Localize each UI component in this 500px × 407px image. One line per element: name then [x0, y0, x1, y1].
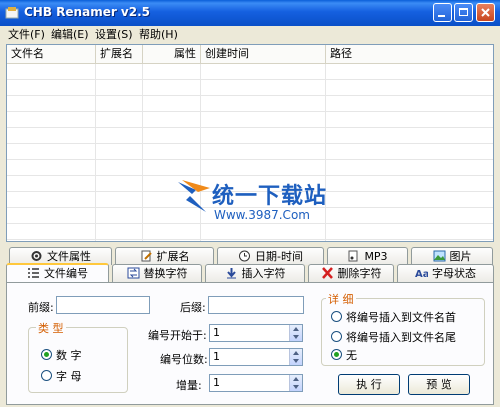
- watermark-url: Www.3987.Com: [214, 208, 310, 222]
- tab-file-number[interactable]: 文件编号: [6, 263, 109, 283]
- digits-value: 1: [213, 350, 220, 363]
- replace-icon: [127, 267, 139, 279]
- watermark-title: 统一下载站: [212, 184, 328, 209]
- prefix-input[interactable]: [56, 296, 150, 314]
- tab-label: 替换字符: [143, 267, 188, 280]
- start-label: 编号开始于:: [148, 329, 207, 342]
- clock-icon: [239, 250, 250, 262]
- digits-label: 编号位数:: [160, 353, 208, 366]
- music-file-icon: [348, 250, 358, 262]
- menu-file[interactable]: 文件(F): [4, 26, 49, 44]
- column-extension[interactable]: 扩展名: [96, 45, 143, 63]
- list-header: 文件名 扩展名 属性 创建时间 路径: [7, 45, 493, 64]
- spin-arrows-icon[interactable]: [289, 375, 302, 391]
- document-edit-icon: [141, 250, 152, 262]
- tab-delete-chars[interactable]: 删除字符: [308, 264, 394, 282]
- radio-insert-tail-label: 将编号插入到文件名尾: [346, 331, 456, 344]
- tab-extension[interactable]: 扩展名: [115, 247, 214, 265]
- column-attributes[interactable]: 属性: [143, 45, 201, 63]
- column-path[interactable]: 路径: [326, 45, 493, 63]
- minimize-icon: [438, 15, 445, 17]
- maximize-icon: [459, 8, 468, 16]
- delete-x-icon: [321, 267, 333, 279]
- image-icon: [433, 250, 445, 262]
- suffix-label: 后缀:: [180, 301, 206, 314]
- radio-number[interactable]: [41, 349, 52, 360]
- increment-value: 1: [213, 376, 220, 389]
- spin-arrows-icon[interactable]: [289, 349, 302, 365]
- radio-letter[interactable]: [41, 370, 52, 381]
- type-group-title: 类 型: [36, 320, 66, 336]
- tab-label: 扩展名: [156, 250, 190, 263]
- tab-label: 日期-时间: [255, 250, 303, 263]
- insert-arrow-icon: [226, 268, 236, 279]
- numbered-list-icon: [28, 268, 39, 278]
- detail-group-title: 详 细: [326, 291, 356, 307]
- app-icon: [5, 7, 19, 19]
- start-value: 1: [213, 326, 220, 339]
- radio-number-label: 数 字: [56, 349, 82, 362]
- window-title: CHB Renamer v2.5: [24, 5, 151, 19]
- column-created[interactable]: 创建时间: [201, 45, 326, 63]
- minimize-button[interactable]: [433, 3, 452, 22]
- tab-letter-case[interactable]: Aa 字母状态: [397, 264, 494, 282]
- letter-case-icon: Aa: [415, 269, 428, 279]
- menu-help[interactable]: 帮助(H): [135, 26, 182, 44]
- radio-insert-head[interactable]: [331, 311, 342, 322]
- tab-replace-chars[interactable]: 替换字符: [112, 264, 202, 282]
- tab-label: 插入字符: [241, 267, 286, 280]
- spin-arrows-icon[interactable]: [289, 325, 302, 341]
- column-filename[interactable]: 文件名: [7, 45, 96, 63]
- preview-button[interactable]: 预 览: [408, 374, 470, 395]
- radio-insert-tail[interactable]: [331, 331, 342, 342]
- tab-label: 图片: [449, 250, 472, 263]
- suffix-input[interactable]: [208, 296, 304, 314]
- tab-label: 删除字符: [337, 267, 382, 280]
- tab-insert-chars[interactable]: 插入字符: [205, 264, 305, 282]
- radio-none[interactable]: [331, 349, 342, 360]
- increment-stepper[interactable]: 1: [209, 374, 303, 392]
- tab-mp3[interactable]: MP3: [327, 247, 408, 265]
- close-button[interactable]: [476, 3, 495, 22]
- gear-icon: [31, 251, 42, 261]
- tab-image[interactable]: 图片: [411, 247, 493, 265]
- increment-label: 增量:: [176, 379, 202, 392]
- close-icon: [481, 8, 490, 17]
- digits-stepper[interactable]: 1: [209, 348, 303, 366]
- svg-text:Aa: Aa: [415, 269, 428, 279]
- radio-insert-head-label: 将编号插入到文件名首: [346, 311, 456, 324]
- menu-edit[interactable]: 编辑(E): [47, 26, 93, 44]
- start-stepper[interactable]: 1: [209, 324, 303, 342]
- menu-settings[interactable]: 设置(S): [91, 26, 137, 44]
- tab-label: 文件编号: [44, 267, 88, 280]
- radio-none-label: 无: [346, 349, 357, 362]
- tab-label: 字母状态: [432, 267, 476, 280]
- tab-label: 文件属性: [47, 250, 91, 263]
- execute-button[interactable]: 执 行: [338, 374, 400, 395]
- radio-letter-label: 字 母: [56, 370, 82, 383]
- tab-label: MP3: [364, 250, 388, 263]
- maximize-button[interactable]: [454, 3, 473, 22]
- prefix-label: 前缀:: [28, 301, 54, 314]
- watermark-logo: [178, 180, 210, 212]
- tab-date-time[interactable]: 日期-时间: [217, 247, 324, 265]
